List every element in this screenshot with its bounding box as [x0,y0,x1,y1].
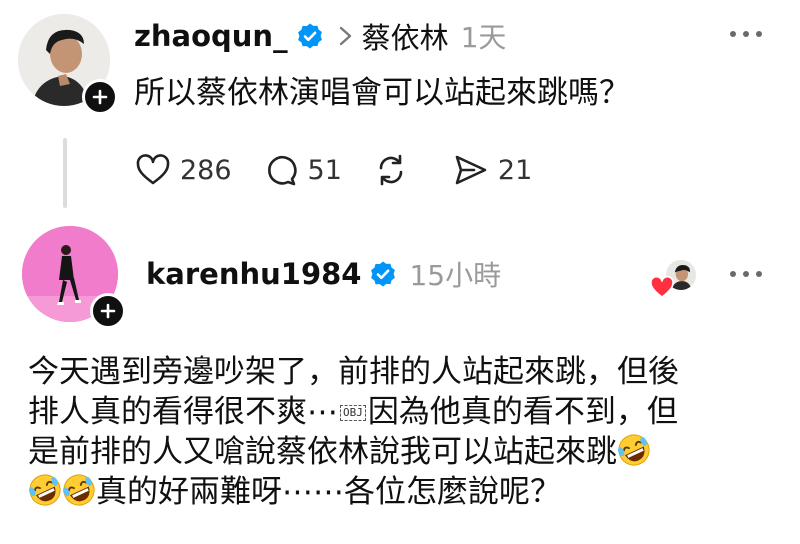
heart-icon [650,276,674,298]
follow-button[interactable] [82,79,118,115]
text-line: 真的好兩難呀⋯⋯各位怎麼說呢？ [28,472,679,512]
heart-icon [136,154,170,185]
text-line: 是前排的人又嗆說蔡依林說我可以站起來跳 [28,432,679,472]
post-header: zhaoqun_ 蔡依林 1天 [134,14,506,58]
repost-icon [379,154,403,186]
username[interactable]: zhaoqun_ [134,19,288,53]
chevron-right-icon [339,26,351,46]
post-text: 今天遇到旁邊吵架了，前排的人站起來跳，但後 排人真的看得很不爽⋯ OBJ 因為他真的… [28,352,679,512]
verified-badge-icon [371,261,396,287]
action-bar: 286 51 21 [134,148,562,192]
post-header: karenhu1984 15小時 [146,252,501,296]
send-icon [455,155,487,185]
share-button[interactable]: 21 [452,151,532,189]
thread-connector [63,138,67,208]
rolling-on-floor-laughing-emoji [62,473,96,507]
dot-icon [730,31,736,37]
like-button[interactable]: 286 [134,151,232,189]
dot-icon [730,271,736,277]
dot-icon [756,271,762,277]
comment-button[interactable]: 51 [262,151,342,189]
share-count: 21 [497,154,533,186]
text-line: 排人真的看得很不爽⋯ OBJ 因為他真的看不到，但 [28,392,679,432]
repost-button[interactable] [372,151,410,189]
rolling-on-floor-laughing-emoji [28,473,62,507]
plus-icon [100,303,116,319]
like-count: 286 [180,154,232,186]
comment-bubble-icon [267,156,297,186]
text-segment: 是前排的人又嗆說蔡依林說我可以站起來跳 [28,434,617,470]
more-options-button[interactable] [726,22,766,46]
dot-icon [743,31,749,37]
verified-badge-icon [297,23,322,49]
follow-button[interactable] [90,293,126,329]
more-options-button[interactable] [726,262,766,286]
rolling-on-floor-laughing-emoji [617,433,651,467]
text-segment: 真的好兩難呀⋯⋯各位怎麼說呢？ [96,474,561,510]
dot-icon [756,31,762,37]
text-line: 今天遇到旁邊吵架了，前排的人站起來跳，但後 [28,354,679,390]
username[interactable]: karenhu1984 [146,257,361,291]
thread-post: zhaoqun_ 蔡依林 1天 所以蔡依林演唱會可以站起來跳嗎？ 286 51 [0,0,800,222]
topic-tag[interactable]: 蔡依林 [362,15,449,57]
object-placeholder: OBJ [340,405,366,421]
text-segment: 排人真的看得很不爽⋯ [28,394,338,430]
post-time: 1天 [460,21,507,54]
dot-icon [743,271,749,277]
thread-post: karenhu1984 15小時 今天遇到旁邊吵架了，前排的人站起來跳，但後 排… [0,222,800,544]
post-text: 所以蔡依林演唱會可以站起來跳嗎？ [134,75,630,111]
text-segment: 因為他真的看不到，但 [367,394,678,430]
post-time: 15小時 [409,259,502,292]
comment-count: 51 [307,154,342,186]
plus-icon [92,89,108,105]
